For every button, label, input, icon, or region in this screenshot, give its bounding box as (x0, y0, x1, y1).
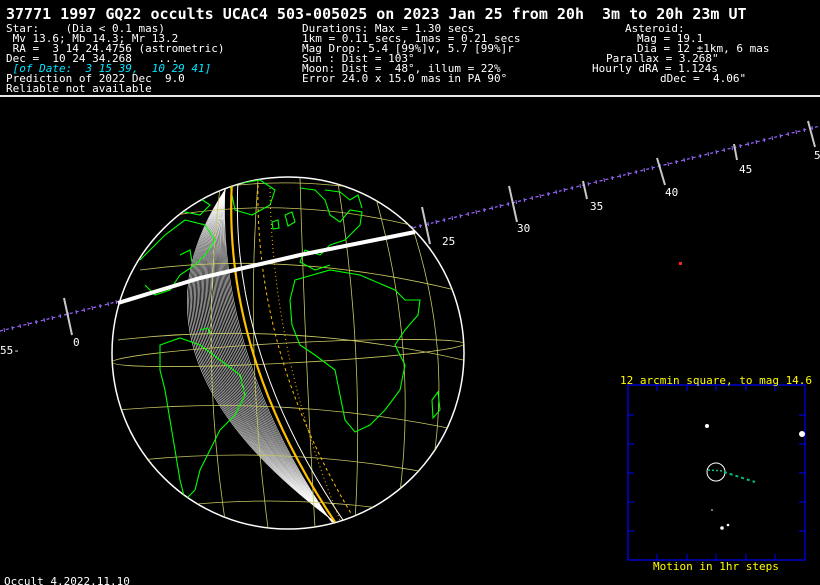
track-minor-tick (11, 325, 13, 331)
track-minor-tick (75, 309, 77, 315)
asteroid-motion-vector (723, 471, 756, 483)
track-minor-tick (475, 209, 477, 215)
finder-star-3 (720, 526, 724, 530)
red-marker (679, 262, 682, 265)
track-minor-tick (763, 137, 765, 143)
track-minor-tick (691, 155, 693, 161)
track-minor-tick (19, 323, 21, 329)
track-minor-tick (715, 149, 717, 155)
track-minor-tick (667, 161, 669, 167)
track-minor-tick (803, 127, 805, 133)
track-minor-tick (59, 313, 61, 319)
track-minor-tick (451, 215, 453, 221)
earth-globe (111, 176, 465, 530)
track-minor-tick (507, 201, 509, 207)
tick-0 (63, 297, 73, 336)
track-minor-tick (27, 321, 29, 327)
track-minor-tick (531, 195, 533, 201)
track-minor-tick (515, 199, 517, 205)
occultation-diagram: 37771 1997 GQ22 occults UCAC4 503-005025… (0, 0, 820, 585)
track-minor-tick (683, 157, 685, 163)
track-minor-tick (755, 139, 757, 145)
track-minor-tick (707, 151, 709, 157)
track-minor-tick (675, 159, 677, 165)
asteroid-motion-inner (707, 469, 724, 472)
track-minor-tick (99, 303, 101, 309)
track-minor-tick (635, 169, 637, 175)
track-minor-tick (699, 153, 701, 159)
track-minor-tick (467, 211, 469, 217)
track-minor-tick (435, 219, 437, 225)
track-minor-tick (739, 143, 741, 149)
tick-50 (807, 120, 816, 148)
track-label-40: 40 (665, 186, 678, 199)
track-minor-tick (51, 315, 53, 321)
track-minor-tick (115, 299, 117, 305)
track-minor-tick (611, 175, 613, 181)
track-minor-tick (83, 307, 85, 313)
finder-star-2 (799, 431, 805, 437)
track-minor-tick (563, 187, 565, 193)
target-star-circle (706, 462, 726, 482)
track-minor-tick (619, 173, 621, 179)
track-minor-tick (595, 179, 597, 185)
track-minor-tick (643, 167, 645, 173)
track-minor-tick (651, 165, 653, 171)
track-minor-tick (43, 317, 45, 323)
finder-caption: Motion in 1hr steps (653, 560, 779, 573)
finder-star-4 (726, 523, 730, 527)
track-label-0: 0 (73, 336, 80, 349)
track-minor-tick (91, 305, 93, 311)
tick-35 (582, 180, 588, 200)
track-minor-tick (603, 177, 605, 183)
tick-45 (733, 143, 738, 161)
software-version: Occult 4.2022.11.10 (4, 575, 130, 585)
track-label-25: 25 (442, 235, 455, 248)
track-minor-tick (571, 185, 573, 191)
track-minor-tick (723, 147, 725, 153)
track-minor-tick (747, 141, 749, 147)
track-minor-tick (579, 183, 581, 189)
track-minor-tick (811, 125, 813, 131)
track-minor-tick (731, 145, 733, 151)
track-minor-tick (443, 217, 445, 223)
finder-box (627, 384, 806, 561)
tick-30 (508, 185, 518, 223)
track-minor-tick (795, 129, 797, 135)
finder-ticks (628, 385, 805, 560)
track-minor-tick (483, 207, 485, 213)
finder-star-1 (705, 424, 709, 428)
track-minor-tick (587, 181, 589, 187)
track-minor-tick (547, 191, 549, 197)
track-label-55: 55- (0, 344, 20, 357)
track-minor-tick (555, 189, 557, 195)
track-label-50: 5 (814, 149, 820, 162)
track-minor-tick (523, 197, 525, 203)
finder-star-5 (711, 509, 713, 511)
track-label-35: 35 (590, 200, 603, 213)
track-minor-tick (459, 213, 461, 219)
track-minor-tick (787, 131, 789, 137)
track-minor-tick (419, 223, 421, 229)
track-minor-tick (627, 171, 629, 177)
track-minor-tick (779, 133, 781, 139)
track-minor-tick (539, 193, 541, 199)
track-minor-tick (491, 205, 493, 211)
map-canvas: 55- 0 25 30 35 40 45 5 (0, 120, 820, 561)
track-label-45: 45 (739, 163, 752, 176)
tick-40 (656, 157, 666, 186)
finder-chart (627, 384, 806, 561)
track-minor-tick (107, 301, 109, 307)
track-minor-tick (35, 319, 37, 325)
track-minor-tick (771, 135, 773, 141)
track-minor-tick (3, 327, 5, 333)
finder-title: 12 arcmin square, to mag 14.6 (620, 374, 813, 387)
track-minor-tick (427, 221, 429, 227)
track-label-30: 30 (517, 222, 530, 235)
track-minor-tick (499, 203, 501, 209)
